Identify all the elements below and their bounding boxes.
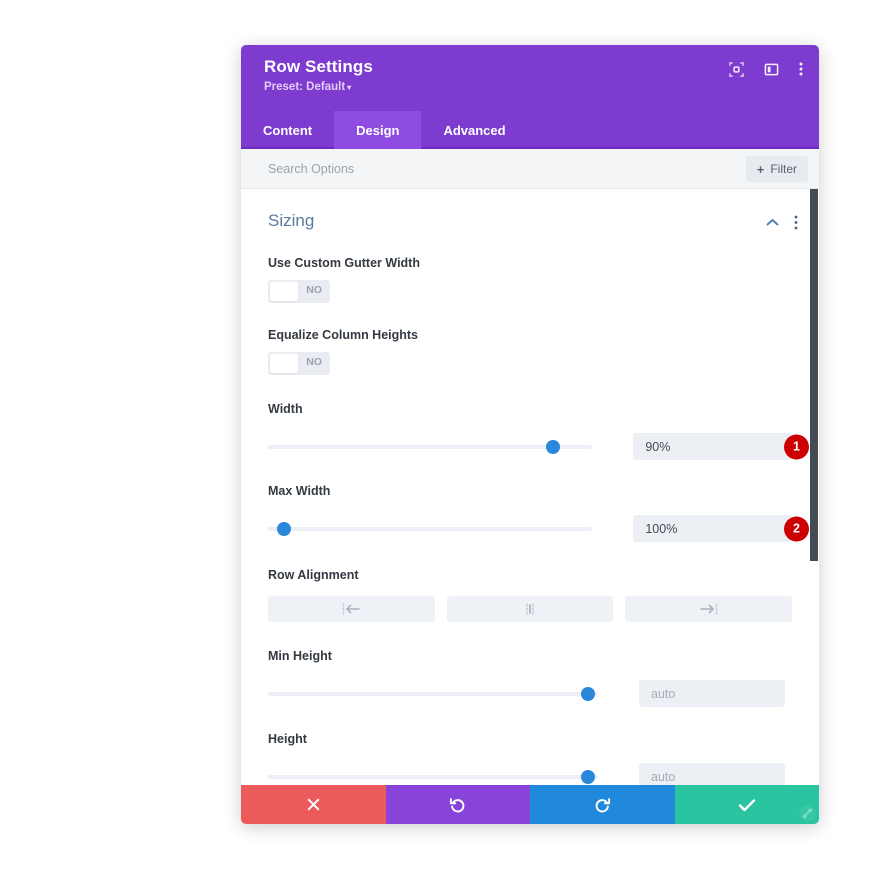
chevron-down-icon: ▾ — [347, 83, 352, 92]
status-badge: 1 — [784, 434, 809, 459]
field-max-width: Max Width 100% 2 — [241, 484, 819, 542]
field-use-custom-gutter-width: Use Custom Gutter Width NO — [241, 256, 819, 303]
field-label: Max Width — [268, 484, 331, 498]
header-icon-group — [729, 61, 803, 77]
overflow-menu-icon[interactable] — [799, 61, 803, 77]
height-slider[interactable] — [268, 769, 598, 784]
field-label: Row Alignment — [268, 568, 359, 582]
undo-icon — [450, 798, 465, 813]
align-center-icon — [526, 603, 534, 615]
align-left-button[interactable] — [268, 596, 435, 622]
section-title: Sizing — [268, 211, 315, 230]
field-label: Width — [268, 402, 303, 416]
resize-handle[interactable] — [799, 805, 816, 822]
align-right-button[interactable] — [625, 596, 793, 622]
min-height-placeholder: auto — [651, 686, 676, 701]
align-left-icon — [343, 603, 361, 615]
width-input[interactable]: 90% 1 — [633, 433, 809, 460]
section-overflow-menu-icon[interactable] — [794, 215, 798, 230]
layout-panel-icon[interactable] — [764, 62, 779, 77]
field-height: Height auto — [241, 732, 819, 790]
tab-advanced[interactable]: Advanced — [421, 111, 527, 149]
checkmark-icon — [738, 798, 755, 811]
min-height-slider[interactable] — [268, 686, 598, 701]
toggle-equalize-column-heights[interactable]: NO — [268, 352, 330, 375]
toggle-state-label: NO — [306, 284, 322, 296]
max-width-input[interactable]: 100% 2 — [633, 515, 809, 542]
page-title: Row Settings — [264, 57, 373, 76]
slider-track — [268, 526, 593, 531]
filter-button[interactable]: + Filter — [745, 156, 808, 182]
field-label: Equalize Column Heights — [268, 328, 419, 342]
row-settings-modal: Row Settings Preset: Default ▾ Content D… — [241, 45, 819, 824]
tab-bar: Content Design Advanced — [241, 111, 819, 149]
slider-handle[interactable] — [581, 686, 596, 701]
toggle-knob — [270, 354, 298, 373]
preset-label: Preset: Default — [264, 81, 346, 93]
section-header-sizing: Sizing — [241, 189, 819, 243]
scrollbar-thumb[interactable] — [810, 189, 818, 561]
redo-icon — [595, 798, 610, 813]
slider-handle[interactable] — [546, 439, 561, 454]
field-row-alignment: Row Alignment — [241, 568, 819, 622]
save-button[interactable] — [674, 785, 819, 824]
slider-track — [268, 444, 593, 449]
field-equalize-column-heights: Equalize Column Heights NO — [241, 328, 819, 375]
modal-header: Row Settings Preset: Default ▾ — [241, 45, 819, 111]
toggle-knob — [270, 282, 298, 301]
search-bar: + Filter — [241, 149, 819, 189]
align-center-button[interactable] — [446, 596, 614, 622]
toggle-state-label: NO — [306, 356, 322, 368]
field-label: Height — [268, 732, 307, 746]
field-label: Min Height — [268, 649, 332, 663]
chevron-up-icon[interactable] — [766, 218, 779, 227]
width-value: 90% — [645, 439, 671, 454]
filter-button-label: Filter — [770, 162, 797, 176]
settings-scroll-area: Sizing Use Custom Gutter Width NO Equali… — [241, 189, 819, 823]
plus-icon: + — [756, 161, 765, 177]
redo-button[interactable] — [530, 785, 675, 824]
field-min-height: Min Height auto — [241, 649, 819, 707]
close-icon — [307, 798, 319, 811]
focus-icon[interactable] — [729, 61, 744, 77]
field-width: Width 90% 1 — [241, 402, 819, 460]
max-width-value: 100% — [645, 521, 678, 536]
section-tools — [766, 215, 798, 230]
max-width-slider[interactable] — [268, 521, 593, 536]
slider-handle[interactable] — [277, 521, 292, 536]
width-slider[interactable] — [268, 439, 593, 454]
toggle-use-custom-gutter-width[interactable]: NO — [268, 280, 330, 303]
min-height-input[interactable]: auto — [639, 680, 785, 707]
field-label: Use Custom Gutter Width — [268, 256, 420, 270]
search-input[interactable] — [268, 161, 668, 176]
slider-track — [268, 774, 598, 779]
preset-selector[interactable]: Preset: Default ▾ — [264, 81, 351, 93]
align-right-icon — [699, 603, 717, 615]
status-badge: 2 — [784, 516, 809, 541]
tab-design[interactable]: Design — [334, 111, 422, 149]
height-placeholder: auto — [651, 769, 676, 784]
cancel-button[interactable] — [241, 785, 386, 824]
slider-track — [268, 691, 598, 696]
slider-handle[interactable] — [581, 769, 596, 784]
vertical-scrollbar[interactable] — [810, 189, 818, 823]
tab-content[interactable]: Content — [241, 111, 334, 149]
modal-footer — [241, 785, 819, 824]
undo-button[interactable] — [385, 785, 530, 824]
